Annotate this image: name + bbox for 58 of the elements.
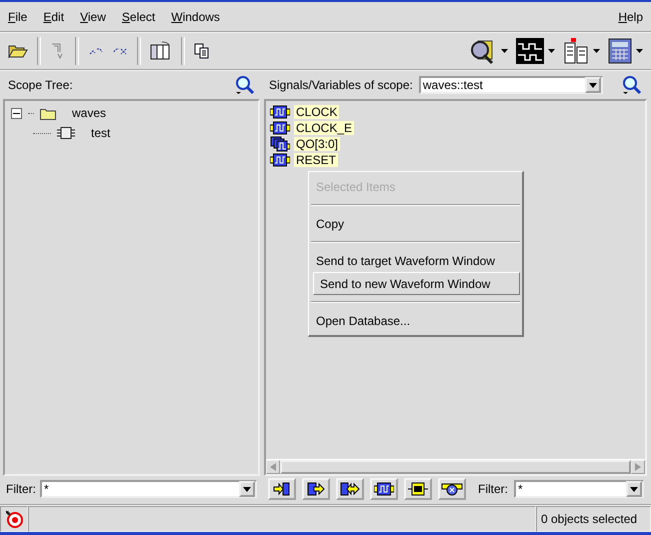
dropdown-arrow-icon	[630, 486, 638, 492]
folder-icon	[40, 106, 56, 120]
tree-item[interactable]: test	[91, 126, 110, 140]
columns-window-icon[interactable]	[150, 41, 172, 61]
signal-icon	[270, 153, 290, 167]
target-icon[interactable]	[5, 510, 23, 528]
signal-icon	[270, 121, 290, 135]
menu-item[interactable]: Select	[122, 10, 164, 24]
redo-icon[interactable]	[112, 46, 128, 56]
waveform-icon[interactable]	[516, 38, 544, 64]
scope-dropdown[interactable]: waves::test	[418, 76, 603, 94]
menu-item[interactable]: View	[80, 10, 114, 24]
input-port-icon	[273, 482, 291, 496]
caret-icon	[548, 49, 555, 53]
signal-icon	[374, 482, 394, 496]
search-icon[interactable]	[622, 75, 642, 95]
variable-icon	[441, 482, 463, 496]
module-icon	[57, 127, 75, 139]
output-port-icon	[307, 482, 325, 496]
variable-icon-button[interactable]	[438, 478, 466, 500]
panel-title: Signals/Variables of scope:	[269, 78, 413, 92]
inout-port-icon	[340, 482, 360, 496]
signal-item[interactable]: QO[3:0]	[294, 137, 340, 151]
bus-signal-icon	[270, 136, 290, 152]
tree-item[interactable]: waves	[72, 106, 106, 120]
open-folder-icon[interactable]	[8, 43, 28, 59]
signal-item[interactable]: CLOCK_E	[294, 121, 354, 135]
panel-title: Scope Tree:	[8, 78, 73, 92]
menu-item[interactable]: File	[8, 10, 36, 24]
add-icon-button[interactable]	[268, 478, 296, 500]
filter-label: Filter:	[6, 482, 36, 496]
menu-item[interactable]: Edit	[43, 10, 72, 24]
menu-item[interactable]: Windows	[171, 10, 228, 24]
schematic-icon[interactable]	[563, 37, 589, 65]
collapse-toggle[interactable]	[11, 108, 22, 118]
caret-icon	[593, 49, 600, 53]
inout-icon-button[interactable]	[336, 478, 364, 500]
output-icon-button[interactable]	[302, 478, 330, 500]
filter-field[interactable]: *	[40, 480, 257, 498]
signal-item[interactable]: CLOCK	[294, 105, 340, 119]
caret-icon	[501, 49, 508, 53]
signal-item[interactable]: RESET	[294, 153, 338, 167]
status-message: 0 objects selected	[541, 512, 638, 526]
menu-item[interactable]: Send to new Waveform Window	[313, 272, 520, 295]
dropdown-arrow-icon	[588, 82, 597, 88]
undo-icon[interactable]	[88, 46, 104, 56]
transaction-icon	[408, 482, 428, 496]
transaction-icon-button[interactable]	[404, 478, 432, 500]
dropdown-arrow-icon	[243, 486, 251, 492]
search-icon[interactable]	[235, 75, 255, 95]
copy-icon[interactable]	[194, 43, 210, 59]
signal-icon-button[interactable]	[370, 478, 398, 500]
signal-icon	[270, 105, 290, 119]
calculator-icon[interactable]	[608, 38, 632, 64]
caret-icon	[636, 49, 643, 53]
menu-item[interactable]: Help	[618, 10, 643, 24]
filter-label: Filter:	[478, 482, 508, 496]
filter-field[interactable]: *	[514, 480, 644, 498]
